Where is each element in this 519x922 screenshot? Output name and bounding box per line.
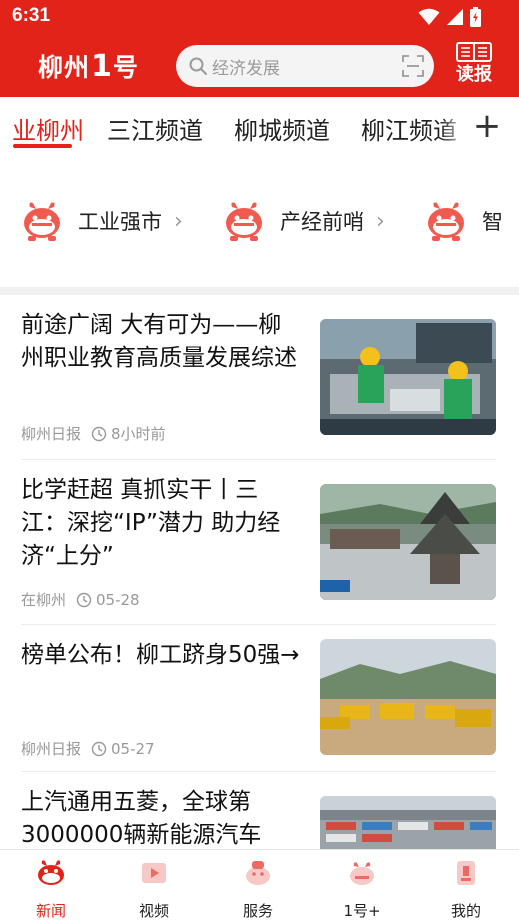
item-divider: [21, 459, 496, 460]
topic-label: 产经前哨: [280, 210, 364, 234]
search-placeholder: 经济发展: [212, 59, 280, 79]
clock-icon: [91, 741, 107, 756]
news-thumbnail[interactable]: [320, 319, 496, 435]
item-divider: [21, 624, 496, 625]
logo-text-city: 柳州: [38, 53, 91, 82]
nav-profile[interactable]: 我的: [431, 858, 501, 921]
topic-label: 智: [482, 210, 503, 234]
service-icon: [246, 861, 270, 885]
status-icons: [418, 7, 481, 27]
clock-icon: [91, 426, 107, 441]
video-icon: [142, 863, 166, 883]
topic-row: 工业强市 › 产经前哨 › 智: [0, 161, 519, 287]
news-time: 8小时前: [111, 425, 166, 443]
item-divider: [21, 771, 496, 772]
news-source: 柳州日报: [21, 740, 82, 758]
news-time: 05-28: [96, 590, 140, 609]
nav-video[interactable]: 视频: [119, 858, 189, 921]
tabs-fade: [440, 97, 470, 159]
app-logo[interactable]: 柳州 1 号: [38, 46, 148, 86]
tab-liucheng[interactable]: 柳城频道: [234, 111, 330, 146]
topic-label: 工业强市: [78, 210, 162, 234]
nav-label: 服务: [242, 902, 273, 920]
nav-label: 新闻: [35, 902, 66, 920]
search-icon: [189, 57, 207, 75]
logo-text-hao: 号: [112, 53, 139, 82]
news-title: 榜单公布！柳工跻身50强→: [21, 642, 300, 668]
active-tab-indicator: [13, 144, 72, 148]
drum-tower-crowd-photo: [320, 484, 496, 600]
clock-icon: [76, 592, 92, 607]
nav-label: 1号+: [343, 902, 381, 920]
tab-sanjiang[interactable]: 三江频道: [107, 111, 203, 146]
battery-icon: [470, 7, 481, 27]
news-meta: 在柳州 05-28: [21, 589, 140, 610]
scan-icon[interactable]: [402, 55, 424, 77]
status-time: 6:31: [12, 5, 51, 26]
news-feed[interactable]: 前途广阔 大有可为——柳州职业教育高质量发展综述 柳州日报 8小时前 比学赶超 …: [0, 295, 519, 849]
logo-mark: 1: [91, 48, 112, 84]
news-meta: 柳州日报 8小时前: [21, 423, 166, 444]
news-title: 比学赶超 真抓实干丨三江：深挖“IP”潜力 助力经济“上分”: [21, 477, 281, 569]
wifi-icon: [418, 8, 440, 25]
news-title: 上汽通用五菱，全球第3000000辆新能源汽车: [21, 789, 262, 848]
profile-icon: [457, 861, 475, 885]
news-thumbnail[interactable]: [320, 796, 496, 849]
topic-economy[interactable]: 产经前哨 ›: [222, 197, 385, 245]
status-bar: 6:31: [0, 0, 519, 34]
read-newspaper-button[interactable]: 读报: [450, 42, 498, 90]
news-source: 在柳州: [21, 591, 67, 609]
nav-news[interactable]: 新闻: [16, 858, 86, 921]
news-thumbnail[interactable]: [320, 484, 496, 600]
news-source: 柳州日报: [21, 425, 82, 443]
mascot-icon: [226, 202, 262, 241]
nav-plus[interactable]: 1号+: [327, 858, 397, 921]
mascot-icon: [428, 202, 464, 241]
section-divider: [0, 287, 519, 295]
chevron-right-icon: ›: [376, 208, 385, 234]
topic-industry[interactable]: 工业强市 ›: [20, 197, 183, 245]
nav-label: 我的: [450, 902, 481, 920]
app-header: 6:31 柳州 1 号 经济发展 读报: [0, 0, 519, 97]
construction-trucks-photo: [320, 639, 496, 755]
plus-icon: [350, 862, 374, 885]
search-bar[interactable]: 经济发展: [176, 45, 434, 87]
add-channel-button[interactable]: +: [470, 97, 504, 159]
news-title: 前途广阔 大有可为——柳州职业教育高质量发展综述: [21, 312, 297, 371]
news-time: 05-27: [111, 739, 155, 758]
port-vehicles-photo: [320, 796, 496, 849]
nav-label: 视频: [138, 902, 169, 920]
mascot-icon: [24, 202, 60, 241]
workers-training-photo: [320, 319, 496, 435]
read-label: 读报: [456, 64, 492, 85]
tab-industry-liuzhou[interactable]: 业柳州: [12, 111, 84, 146]
topic-smart[interactable]: 智: [424, 197, 503, 245]
bottom-nav: 新闻 视频 服务 1号+ 我的: [0, 849, 519, 922]
newspaper-icon: [456, 42, 492, 62]
news-meta: 柳州日报 05-27: [21, 738, 155, 759]
signal-icon: [447, 9, 463, 25]
news-icon: [38, 860, 64, 885]
nav-service[interactable]: 服务: [223, 858, 293, 921]
news-thumbnail[interactable]: [320, 639, 496, 755]
chevron-right-icon: ›: [174, 208, 183, 234]
